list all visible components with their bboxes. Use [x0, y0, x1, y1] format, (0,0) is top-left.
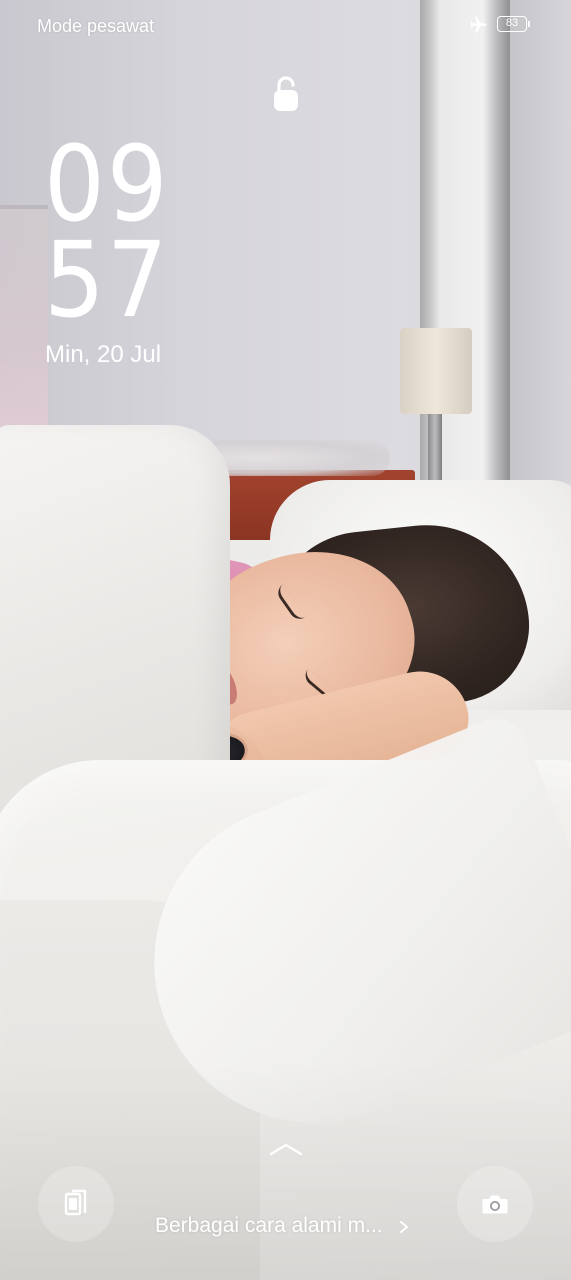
battery-level: 83	[505, 17, 519, 29]
wallpaper-nightstand-items	[200, 440, 390, 476]
chevron-right-icon[interactable]	[398, 1219, 410, 1235]
clock-minute: 57	[44, 219, 170, 341]
wallpaper-window	[510, 0, 571, 560]
date-label: Min, 20 Jul	[45, 341, 162, 368]
status-bar: Mode pesawat 83	[0, 0, 571, 52]
camera-icon	[482, 1195, 508, 1214]
magazine-button[interactable]	[38, 1166, 114, 1242]
lock-screen: Mode pesawat 83 09 57 Min, 20 Jul Berbag…	[0, 0, 571, 1280]
camera-button[interactable]	[457, 1166, 533, 1242]
magazine-icon	[64, 1189, 87, 1216]
wallpaper-caption-link[interactable]: Berbagai cara alami m...	[155, 1214, 383, 1238]
chevron-up-icon[interactable]	[268, 1140, 304, 1158]
carrier-label: Mode pesawat	[37, 16, 155, 36]
wallpaper-lamp-shade	[400, 328, 472, 414]
wallpaper-shelf	[0, 205, 48, 439]
lock-icon[interactable]	[272, 75, 300, 113]
battery-icon: 83	[497, 16, 530, 32]
airplane-icon	[470, 16, 487, 33]
